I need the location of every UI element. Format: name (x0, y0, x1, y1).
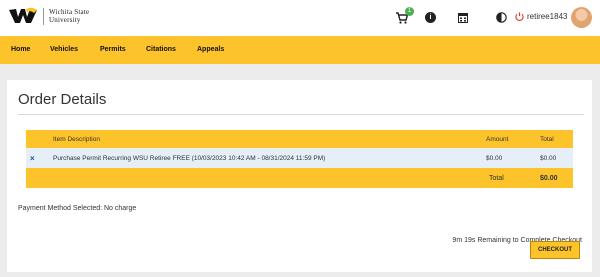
university-name: Wichita State University (49, 8, 89, 24)
item-total: $0.00 (540, 155, 557, 162)
order-table: Item Description Amount Total × Purchase… (26, 130, 573, 188)
total-value: $0.00 (540, 175, 558, 182)
info-icon[interactable]: i (425, 12, 436, 23)
column-header-total: Total (540, 136, 554, 143)
wsu-logo[interactable]: Wichita State University (8, 7, 89, 25)
item-amount: $0.00 (486, 155, 503, 162)
table-row: × Purchase Permit Recurring WSU Retiree … (26, 148, 573, 168)
top-header: Wichita State University 1 i retiree1843 (0, 0, 600, 36)
table-header: Item Description Amount Total (26, 130, 573, 148)
item-description: Purchase Permit Recurring WSU Retiree FR… (53, 155, 326, 162)
calendar-icon[interactable] (458, 12, 468, 23)
avatar[interactable] (571, 7, 592, 28)
user-menu[interactable]: retiree1843 (515, 12, 567, 21)
title-divider (18, 114, 584, 115)
wsu-shocker-logo-icon (9, 7, 37, 23)
university-name-line2: University (49, 16, 81, 24)
university-name-line1: Wichita State (49, 8, 90, 16)
cart-count-badge: 1 (405, 7, 414, 16)
contrast-icon[interactable] (496, 12, 507, 23)
logout-icon[interactable] (515, 12, 524, 21)
column-header-amount: Amount (486, 136, 509, 143)
username-label: retiree1843 (527, 12, 568, 21)
nav-item-permits[interactable]: Permits (100, 46, 126, 53)
nav-item-appeals[interactable]: Appeals (197, 46, 224, 53)
column-header-item: Item Description (53, 136, 100, 143)
total-label: Total (489, 175, 504, 182)
nav-item-home[interactable]: Home (11, 46, 30, 53)
page-title: Order Details (18, 91, 107, 108)
table-footer: Total $0.00 (26, 168, 573, 188)
checkout-button[interactable]: CHECKOUT (530, 241, 580, 259)
payment-method-text: Payment Method Selected: No charge (18, 205, 137, 212)
nav-item-vehicles[interactable]: Vehicles (50, 46, 78, 53)
logo-divider (43, 7, 44, 25)
main-nav: Home Vehicles Permits Citations Appeals (0, 36, 600, 64)
remove-item-icon[interactable]: × (30, 154, 35, 163)
order-details-panel: Order Details Item Description Amount To… (7, 80, 592, 272)
nav-item-citations[interactable]: Citations (146, 46, 176, 53)
